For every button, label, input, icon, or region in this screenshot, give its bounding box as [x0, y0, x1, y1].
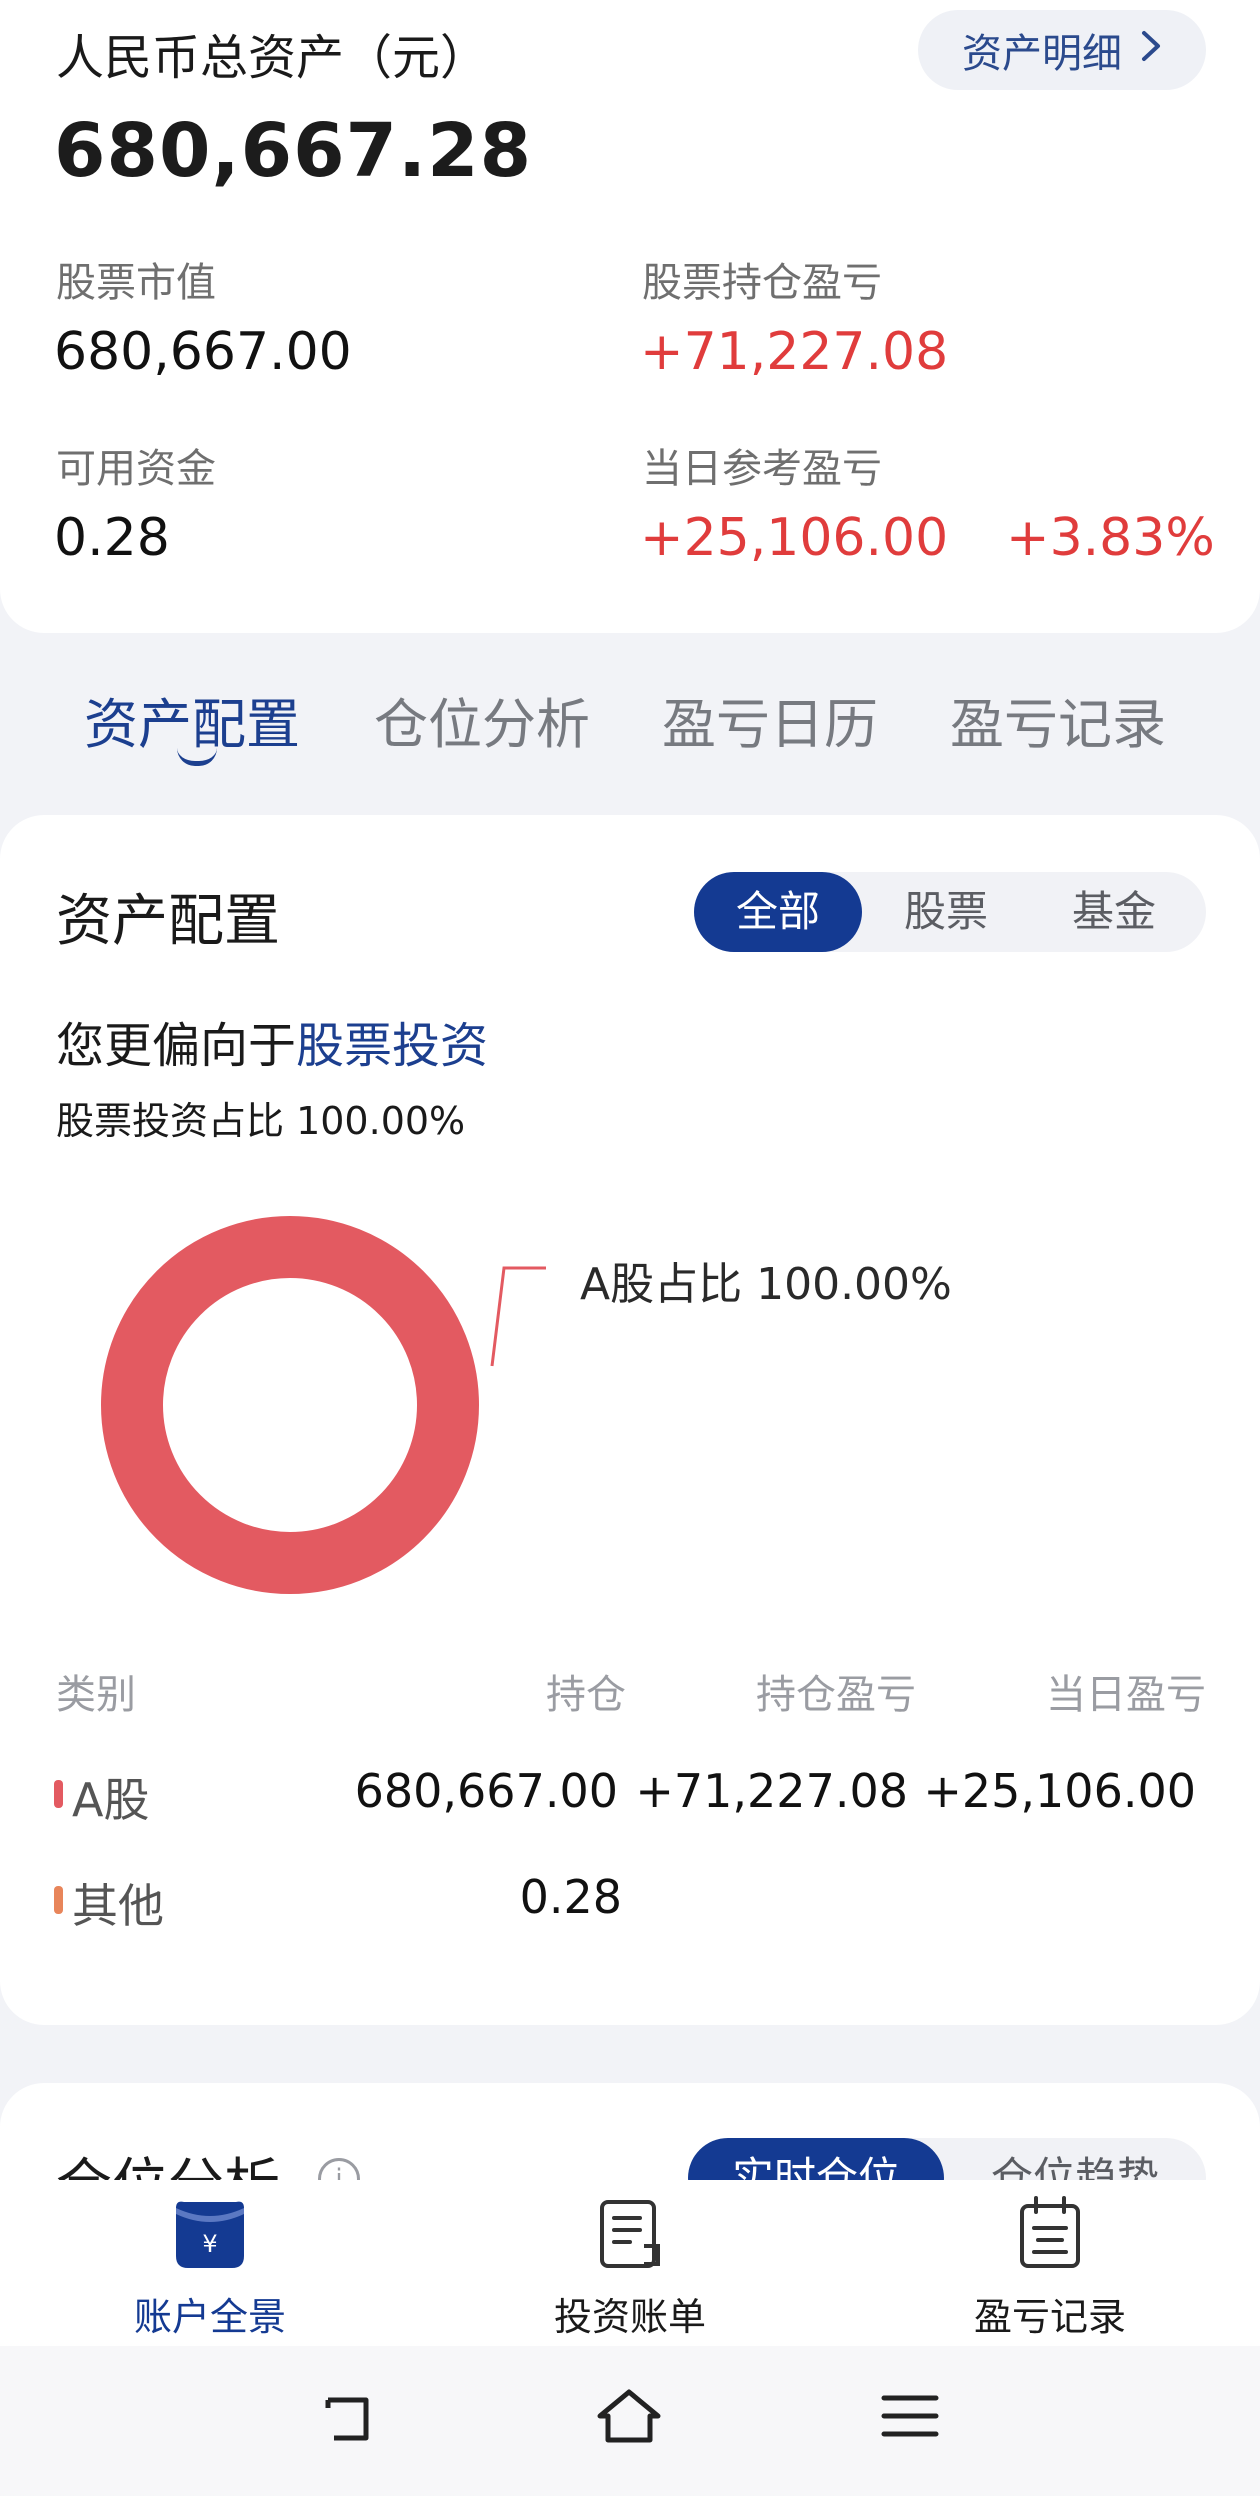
active-tab-indicator [177, 748, 217, 766]
col-header-category: 类别 [56, 1672, 136, 1718]
row-holding: 0.28 [519, 1870, 622, 1924]
preference-prefix: 您更偏向于 [56, 1018, 297, 1074]
daily-pnl-label: 当日参考盈亏 [642, 446, 882, 492]
daily-pnl-percent: +3.83% [1006, 508, 1215, 568]
pie-slice-0 [101, 1216, 479, 1594]
col-header-holding-pnl: 持仓盈亏 [756, 1672, 916, 1718]
allocation-donut-chart [101, 1216, 479, 1594]
pie-leader-line [490, 1266, 546, 1367]
available-cash-label: 可用资金 [56, 446, 216, 492]
filter-all[interactable]: 全部 [694, 872, 862, 952]
calendar-record-icon[interactable] [920, 2194, 1180, 2278]
holding-pnl-value: +71,227.08 [640, 322, 949, 382]
bill-icon[interactable] [500, 2194, 760, 2278]
stock-ratio-text: 股票投资占比 100.00% [56, 1099, 466, 1143]
holding-pnl-label: 股票持仓盈亏 [642, 260, 882, 306]
tab-position-analysis[interactable]: 仓位分析 [374, 680, 590, 759]
pie-label-a-share: A股占比 100.00% [580, 1259, 952, 1310]
chevron-right-icon [1140, 27, 1162, 73]
other-color-dot [54, 1886, 63, 1914]
wallet-yuan-icon[interactable]: ¥ [80, 2194, 340, 2278]
nav-investment-bill[interactable]: 投资账单 [500, 2286, 760, 2341]
stock-value-label: 股票市值 [56, 260, 216, 306]
svg-text:¥: ¥ [202, 2230, 217, 2258]
available-cash-value: 0.28 [54, 508, 170, 568]
tab-pnl-calendar[interactable]: 盈亏日历 [662, 680, 878, 759]
row-holding-pnl: +71,227.08 [635, 1764, 908, 1818]
daily-pnl-value: +25,106.00 [640, 508, 949, 568]
total-assets-title: 人民币总资产（元） [56, 30, 489, 86]
row-category: 其他 [72, 1879, 164, 1933]
a-share-color-dot [54, 1780, 63, 1808]
row-daily-pnl: +25,106.00 [923, 1764, 1196, 1818]
col-header-daily-pnl: 当日盈亏 [1046, 1672, 1206, 1718]
filter-stock[interactable]: 股票 [862, 872, 1030, 952]
back-icon[interactable] [318, 2388, 378, 2452]
nav-pnl-records[interactable]: 盈亏记录 [920, 2286, 1180, 2341]
total-assets-value: 680,667.28 [54, 108, 533, 194]
home-icon[interactable] [594, 2386, 664, 2450]
menu-icon[interactable] [880, 2392, 940, 2446]
tab-pnl-records[interactable]: 盈亏记录 [950, 680, 1166, 759]
stock-value: 680,667.00 [54, 322, 352, 382]
asset-detail-button[interactable]: 资产明细 [918, 10, 1206, 90]
row-category: A股 [72, 1773, 150, 1827]
preference-text: 您更偏向于股票投资 [56, 1006, 488, 1076]
allocation-filter-segment: 全部 股票 基金 [694, 872, 1206, 952]
col-header-holding: 持仓 [546, 1672, 626, 1718]
nav-account-overview[interactable]: 账户全景 [80, 2286, 340, 2341]
allocation-title: 资产配置 [56, 889, 280, 954]
asset-detail-label: 资产明细 [962, 31, 1122, 77]
row-holding: 680,667.00 [354, 1764, 618, 1818]
filter-fund[interactable]: 基金 [1030, 872, 1198, 952]
preference-type[interactable]: 股票投资 [296, 1018, 488, 1074]
